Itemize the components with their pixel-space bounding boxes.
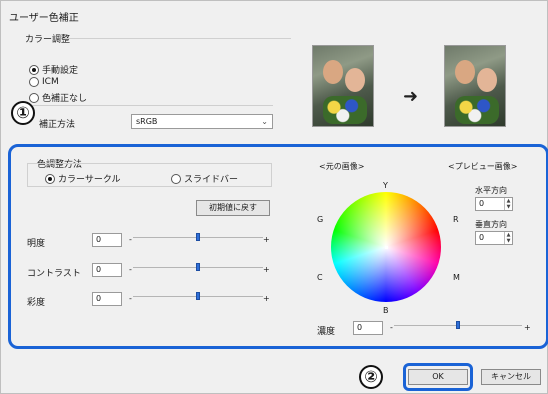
density-plus: +	[524, 323, 531, 332]
contrast-plus: +	[263, 265, 270, 274]
radio-icm-label: ICM	[42, 77, 59, 87]
slider-label-brightness: 明度	[27, 239, 46, 249]
correction-method-select[interactable]: sRGB ⌄	[131, 114, 273, 129]
radio-no-correction-label: 色補正なし	[42, 94, 88, 104]
horizontal-direction-value: 0	[479, 199, 485, 208]
window-title: ユーザー色補正	[9, 13, 79, 24]
vertical-direction-label: 垂直方向	[475, 220, 507, 229]
radio-manual-dot[interactable]	[29, 64, 39, 75]
radio-slide-bar-label: スライドバー	[184, 175, 239, 185]
callout-one-badge: ①	[11, 101, 35, 125]
radio-icm[interactable]: ICM	[29, 77, 59, 87]
reset-button[interactable]: 初期値に戻す	[196, 200, 270, 216]
brightness-minus: -	[129, 235, 132, 244]
radio-icm-dot[interactable]	[29, 77, 39, 87]
color-wheel-center-marker[interactable]	[385, 246, 388, 249]
saturation-minus: -	[129, 294, 132, 303]
vertical-direction-spinner[interactable]: 0 ▲ ▼	[475, 231, 513, 245]
wheel-label-b: B	[383, 306, 389, 315]
preview-face-left	[455, 60, 475, 84]
radio-slide-bar-dot[interactable]	[171, 173, 181, 184]
section-divider	[63, 38, 291, 39]
radio-manual[interactable]: 手動設定	[29, 63, 78, 76]
contrast-input[interactable]: 0	[92, 263, 122, 277]
radio-no-correction[interactable]: 色補正なし	[29, 91, 87, 104]
original-face-right	[345, 68, 365, 92]
horizontal-direction-label: 水平方向	[475, 186, 507, 195]
preview-image	[444, 45, 506, 127]
original-image	[312, 45, 374, 127]
wheel-label-r: R	[453, 215, 459, 224]
correction-method-value: sRGB	[136, 117, 158, 126]
brightness-plus: +	[263, 235, 270, 244]
slider-label-saturation: 彩度	[27, 298, 46, 308]
preview-flowers	[455, 96, 499, 124]
original-flowers	[323, 96, 367, 124]
callout-two-badge: ②	[359, 365, 383, 389]
wheel-label-m: M	[453, 273, 460, 282]
horizontal-direction-spinner[interactable]: 0 ▲ ▼	[475, 197, 513, 211]
wheel-label-y: Y	[383, 181, 388, 190]
density-slider-thumb[interactable]	[456, 321, 460, 329]
saturation-slider-thumb[interactable]	[196, 292, 200, 300]
user-color-correction-dialog: ユーザー色補正 カラー調整 手動設定 ICM 色補正なし ① 補正方法 sRGB…	[0, 0, 548, 394]
preview-face-right	[477, 68, 497, 92]
wheel-label-c: C	[317, 273, 323, 282]
spinner-arrows-icon[interactable]: ▲ ▼	[504, 198, 512, 210]
cancel-button[interactable]: キャンセル	[481, 369, 541, 385]
arrow-right-icon: ➜	[403, 86, 419, 107]
original-face-left	[323, 60, 343, 84]
contrast-slider-thumb[interactable]	[196, 263, 200, 271]
saturation-input[interactable]: 0	[92, 292, 122, 306]
spinner-arrows-icon[interactable]: ▲ ▼	[504, 232, 512, 244]
density-minus: -	[390, 323, 393, 332]
brightness-slider-thumb[interactable]	[196, 233, 200, 241]
saturation-plus: +	[263, 294, 270, 303]
density-label: 濃度	[317, 327, 336, 337]
chevron-down-icon: ⌄	[261, 117, 268, 126]
wheel-label-g: G	[317, 215, 324, 224]
correction-method-label: 補正方法	[39, 120, 76, 130]
contrast-minus: -	[129, 265, 132, 274]
slider-label-contrast: コントラスト	[27, 269, 81, 279]
radio-color-circle[interactable]: カラーサークル	[45, 172, 121, 185]
radio-no-correction-dot[interactable]	[29, 92, 39, 103]
radio-color-circle-label: カラーサークル	[58, 175, 121, 185]
density-input[interactable]: 0	[353, 321, 383, 335]
brightness-input[interactable]: 0	[92, 233, 122, 247]
radio-slide-bar[interactable]: スライドバー	[171, 172, 238, 185]
method-divider	[29, 105, 273, 106]
vertical-direction-value: 0	[479, 233, 485, 242]
ok-button[interactable]: OK	[408, 369, 468, 385]
radio-color-circle-dot[interactable]	[45, 173, 55, 184]
radio-manual-label: 手動設定	[42, 66, 79, 76]
